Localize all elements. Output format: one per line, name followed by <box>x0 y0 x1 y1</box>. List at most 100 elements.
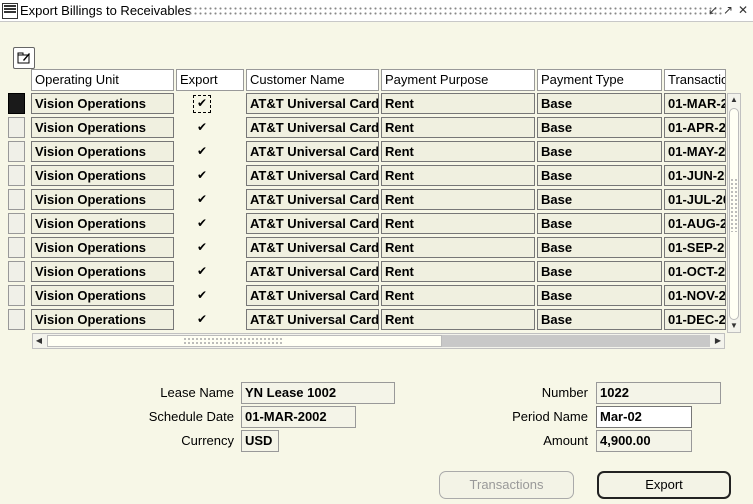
payment-purpose-cell[interactable]: Rent <box>381 213 535 234</box>
amount-field[interactable]: 4,900.00 <box>596 430 692 452</box>
maximize-icon[interactable]: ↗ <box>721 3 735 18</box>
row-selector[interactable] <box>8 309 25 330</box>
transaction-date-cell[interactable]: 01-APR-20 <box>664 117 726 138</box>
transaction-date-cell[interactable]: 01-DEC-20 <box>664 309 726 330</box>
scroll-right-icon[interactable]: ▶ <box>712 334 724 348</box>
payment-type-cell[interactable]: Base <box>537 117 662 138</box>
close-icon[interactable]: ✕ <box>736 3 750 18</box>
row-selector[interactable] <box>8 117 25 138</box>
payment-type-cell[interactable]: Base <box>537 213 662 234</box>
horizontal-scroll-track[interactable] <box>442 335 710 347</box>
row-selector[interactable] <box>8 237 25 258</box>
payment-type-cell[interactable]: Base <box>537 237 662 258</box>
column-header-operating-unit[interactable]: Operating Unit <box>31 69 174 91</box>
transaction-date-cell[interactable]: 01-JUL-20 <box>664 189 726 210</box>
row-selector[interactable] <box>8 141 25 162</box>
transaction-date-cell[interactable]: 01-MAY-20 <box>664 141 726 162</box>
transaction-date-cell[interactable]: 01-AUG-20 <box>664 213 726 234</box>
operating-unit-cell[interactable]: Vision Operations <box>31 93 174 114</box>
transaction-date-cell[interactable]: 01-OCT-20 <box>664 261 726 282</box>
lease-name-field[interactable]: YN Lease 1002 <box>241 382 395 404</box>
payment-type-cell[interactable]: Base <box>537 309 662 330</box>
payment-purpose-cell[interactable]: Rent <box>381 237 535 258</box>
operating-unit-cell[interactable]: Vision Operations <box>31 141 174 162</box>
vertical-scrollbar[interactable]: ▲ ▼ <box>727 93 741 333</box>
export-checkbox[interactable]: ✔ <box>195 288 209 303</box>
payment-purpose-cell[interactable]: Rent <box>381 165 535 186</box>
customer-name-cell[interactable]: AT&T Universal Card <box>246 213 379 234</box>
currency-field[interactable]: USD <box>241 430 279 452</box>
payment-purpose-cell[interactable]: Rent <box>381 285 535 306</box>
payment-type-cell[interactable]: Base <box>537 93 662 114</box>
operating-unit-cell[interactable]: Vision Operations <box>31 261 174 282</box>
column-header-customer-name[interactable]: Customer Name <box>246 69 379 91</box>
operating-unit-cell[interactable]: Vision Operations <box>31 165 174 186</box>
payment-purpose-cell[interactable]: Rent <box>381 309 535 330</box>
export-checkbox[interactable]: ✔ <box>193 94 211 113</box>
minimize-icon[interactable]: ↙ <box>706 3 720 18</box>
window-title: Export Billings to Receivables <box>20 3 192 18</box>
operating-unit-cell[interactable]: Vision Operations <box>31 309 174 330</box>
export-checkbox[interactable]: ✔ <box>195 264 209 279</box>
export-checkbox[interactable]: ✔ <box>195 240 209 255</box>
export-checkbox-cell: ✔ <box>176 309 228 330</box>
column-header-payment-type[interactable]: Payment Type <box>537 69 662 91</box>
column-header-transaction-date[interactable]: Transactio <box>664 69 726 91</box>
row-selector[interactable] <box>8 189 25 210</box>
payment-type-cell[interactable]: Base <box>537 261 662 282</box>
customer-name-cell[interactable]: AT&T Universal Card <box>246 141 379 162</box>
schedule-date-field[interactable]: 01-MAR-2002 <box>241 406 356 428</box>
payment-purpose-cell[interactable]: Rent <box>381 141 535 162</box>
export-checkbox[interactable]: ✔ <box>195 144 209 159</box>
number-field[interactable]: 1022 <box>596 382 721 404</box>
transaction-date-cell[interactable]: 01-MAR-2 <box>664 93 726 114</box>
export-button[interactable]: Export <box>597 471 731 499</box>
column-header-payment-purpose[interactable]: Payment Purpose <box>381 69 535 91</box>
horizontal-scrollbar[interactable]: ◀ ▶ <box>32 333 725 349</box>
customer-name-cell[interactable]: AT&T Universal Card <box>246 117 379 138</box>
row-selector[interactable] <box>8 165 25 186</box>
title-grip <box>188 6 724 16</box>
operating-unit-cell[interactable]: Vision Operations <box>31 117 174 138</box>
customer-name-cell[interactable]: AT&T Universal Card <box>246 285 379 306</box>
customer-name-cell[interactable]: AT&T Universal Card <box>246 93 379 114</box>
export-checkbox[interactable]: ✔ <box>195 192 209 207</box>
customer-name-cell[interactable]: AT&T Universal Card <box>246 237 379 258</box>
export-checkbox[interactable]: ✔ <box>195 216 209 231</box>
export-checkbox-cell: ✔ <box>176 189 228 210</box>
row-selector[interactable] <box>8 93 25 114</box>
payment-type-cell[interactable]: Base <box>537 141 662 162</box>
period-name-field[interactable]: Mar-02 <box>596 406 692 428</box>
transaction-date-cell[interactable]: 01-NOV-20 <box>664 285 726 306</box>
export-checkbox[interactable]: ✔ <box>195 168 209 183</box>
operating-unit-cell[interactable]: Vision Operations <box>31 189 174 210</box>
operating-unit-cell[interactable]: Vision Operations <box>31 213 174 234</box>
customer-name-cell[interactable]: AT&T Universal Card <box>246 261 379 282</box>
amount-label: Amount <box>543 433 588 448</box>
payment-purpose-cell[interactable]: Rent <box>381 117 535 138</box>
payment-type-cell[interactable]: Base <box>537 285 662 306</box>
scroll-left-icon[interactable]: ◀ <box>33 334 45 348</box>
operating-unit-cell[interactable]: Vision Operations <box>31 237 174 258</box>
customer-name-cell[interactable]: AT&T Universal Card <box>246 309 379 330</box>
customer-name-cell[interactable]: AT&T Universal Card <box>246 189 379 210</box>
payment-purpose-cell[interactable]: Rent <box>381 189 535 210</box>
payment-purpose-cell[interactable]: Rent <box>381 93 535 114</box>
export-checkbox[interactable]: ✔ <box>195 120 209 135</box>
scroll-up-icon[interactable]: ▲ <box>728 94 740 106</box>
row-selector[interactable] <box>8 213 25 234</box>
scroll-down-icon[interactable]: ▼ <box>728 320 740 332</box>
column-header-export[interactable]: Export <box>176 69 244 91</box>
export-checkbox[interactable]: ✔ <box>195 312 209 327</box>
transaction-date-cell[interactable]: 01-JUN-20 <box>664 165 726 186</box>
operating-unit-cell[interactable]: Vision Operations <box>31 285 174 306</box>
row-selector[interactable] <box>8 285 25 306</box>
transaction-date-cell[interactable]: 01-SEP-20 <box>664 237 726 258</box>
folder-tools-button[interactable] <box>13 47 35 69</box>
payment-type-cell[interactable]: Base <box>537 165 662 186</box>
customer-name-cell[interactable]: AT&T Universal Card <box>246 165 379 186</box>
row-selector[interactable] <box>8 261 25 282</box>
transactions-button[interactable]: Transactions <box>439 471 574 499</box>
payment-type-cell[interactable]: Base <box>537 189 662 210</box>
payment-purpose-cell[interactable]: Rent <box>381 261 535 282</box>
